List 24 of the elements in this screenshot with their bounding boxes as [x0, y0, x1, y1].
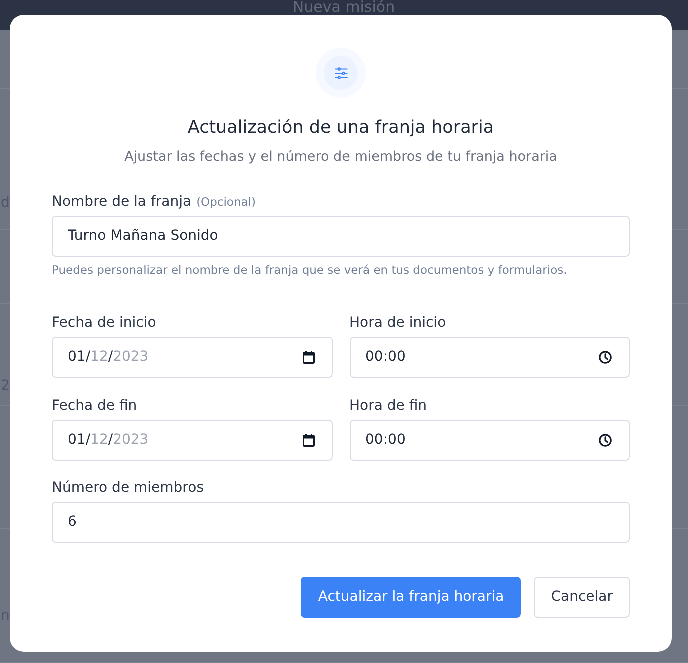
- update-button[interactable]: Actualizar la franja horaria: [301, 577, 522, 618]
- time-field[interactable]: 00:00: [350, 420, 630, 461]
- time-field[interactable]: 00:00: [350, 337, 630, 378]
- cancel-button[interactable]: Cancelar: [534, 577, 630, 618]
- dialog-title: Actualización de una franja horaria: [186, 117, 496, 140]
- calendar-icon[interactable]: [302, 434, 314, 447]
- date-field[interactable]: 01/12/2023: [52, 337, 332, 378]
- field-label: Nombre de la franja: [52, 193, 192, 212]
- clock-icon[interactable]: [599, 434, 612, 447]
- field-label: Hora de fin: [350, 397, 428, 416]
- page-title: Nueva misión: [292, 0, 396, 15]
- number-field[interactable]: 6: [52, 502, 630, 543]
- dialog-subtitle: Ajustar las fechas y el número de miembros de tu franja horaria: [124, 148, 558, 167]
- sliders-icon: [316, 48, 366, 98]
- field-label: Fecha de fin: [52, 397, 138, 416]
- calendar-icon[interactable]: [302, 351, 314, 364]
- field-label: Fecha de inicio: [52, 314, 158, 333]
- field-label: Número de miembros: [52, 479, 205, 498]
- clock-icon[interactable]: [599, 351, 612, 364]
- optional-note: (Opcional): [196, 194, 256, 210]
- field-hint: Puedes personalizar el nombre de la franja que se verá en tus documentos y formularios.: [52, 262, 568, 278]
- text-field[interactable]: Turno Mañana Sonido: [52, 216, 630, 257]
- field-label: Hora de inicio: [350, 314, 448, 333]
- date-field[interactable]: 01/12/2023: [52, 420, 332, 461]
